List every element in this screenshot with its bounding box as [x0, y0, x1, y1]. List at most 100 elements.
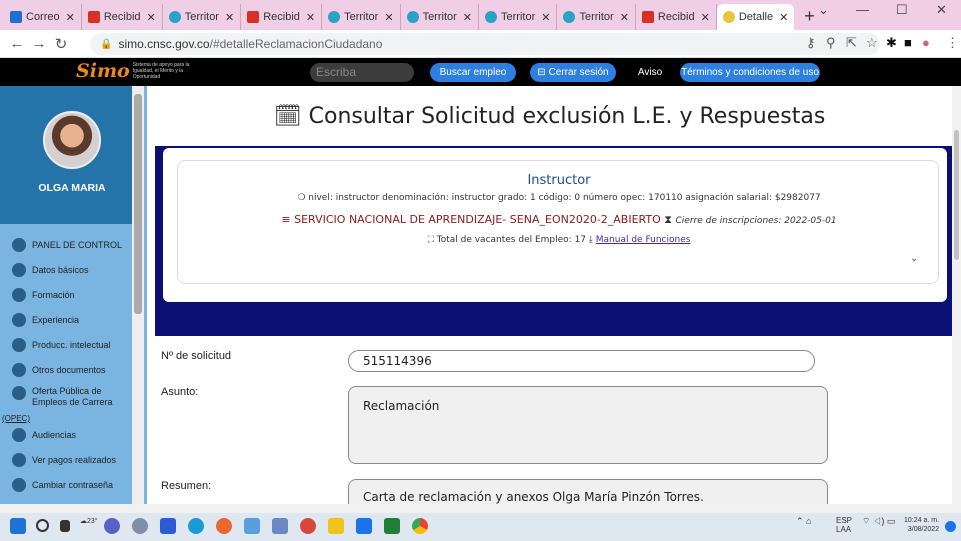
close-tab-icon[interactable]: ✕	[225, 11, 234, 24]
terminos-button[interactable]: Términos y condiciones de uso	[680, 63, 820, 82]
browser-tab[interactable]: Recibid ✕	[241, 4, 323, 30]
sidebar-item-label: Oferta Pública de Empleos de Carrera	[32, 386, 113, 407]
sidebar-scroll-thumb[interactable]	[134, 94, 142, 314]
manual-funciones-link[interactable]: Manual de Funciones	[596, 235, 691, 245]
aviso-link[interactable]: Aviso	[630, 63, 670, 82]
sidebar-item-panel[interactable]: PANEL DE CONTROL	[12, 238, 122, 252]
simo-logo[interactable]: Simo Sistema de apoyo para la Igualdad, …	[76, 60, 193, 82]
job-meta-text: nivel: instructor denominación: instruct…	[308, 193, 821, 203]
briefcase-icon	[12, 313, 26, 327]
close-tab-icon[interactable]: ✕	[306, 11, 315, 24]
close-tab-icon[interactable]: ✕	[66, 11, 75, 24]
browser-tab-active[interactable]: Detalle ✕	[716, 4, 795, 30]
list-icon: ≡	[281, 213, 295, 226]
url-input[interactable]: 🔒 simo.cnsc.gov.co/#detalleReclamacionCi…	[90, 33, 880, 55]
site-favicon-icon	[168, 11, 181, 23]
notepad-icon[interactable]	[272, 518, 288, 534]
weather-widget[interactable]: ☁23°	[80, 517, 98, 525]
page-scroll-thumb[interactable]	[954, 130, 959, 260]
buscar-empleo-button[interactable]: Buscar empleo	[430, 63, 516, 82]
browser-tab[interactable]: Recibid ✕	[82, 4, 163, 30]
notification-icon[interactable]	[945, 521, 956, 532]
gmail-favicon-icon	[87, 11, 100, 23]
extensions-icon[interactable]: ✱	[886, 35, 897, 51]
sidebar-item-label: Experiencia	[32, 315, 80, 325]
address-bar-row: ← → ↻ 🔒 simo.cnsc.gov.co/#detalleReclama…	[0, 30, 961, 58]
browser-tab[interactable]: Correo ✕	[4, 4, 82, 30]
cerrar-sesion-button[interactable]: ⊟ Cerrar sesión	[530, 63, 616, 82]
settings-gear-icon[interactable]	[132, 518, 148, 534]
sidebar-item-producc[interactable]: Producc. intelectual	[12, 338, 111, 352]
sidebar-item-experiencia[interactable]: Experiencia	[12, 313, 79, 327]
sidebar-item-pagos[interactable]: Ver pagos realizados	[12, 453, 116, 467]
bookmark-star-icon[interactable]: ☆	[866, 35, 878, 51]
wifi-volume-battery-icon[interactable]: ⌔ ◁) ▭	[862, 516, 895, 527]
resumen-textarea[interactable]: Carta de reclamación y anexos Olga María…	[348, 479, 828, 504]
download-icon: ⤓	[588, 235, 593, 245]
close-tab-icon[interactable]: ✕	[701, 11, 710, 24]
sidebar-item-audiencias[interactable]: Audiencias	[12, 428, 76, 442]
sidebar-item-label: Datos básicos	[32, 265, 89, 275]
minimize-icon[interactable]: —	[856, 2, 869, 17]
dollar-icon	[12, 453, 26, 467]
task-view-icon[interactable]	[60, 520, 70, 532]
reload-icon[interactable]: ↻	[50, 35, 72, 53]
app-icon[interactable]	[244, 518, 260, 534]
language-indicator[interactable]: ESP LAA	[836, 516, 852, 534]
tab-search-chevron-icon[interactable]: ⌄	[818, 2, 829, 18]
forward-arrow-icon[interactable]: →	[28, 35, 50, 52]
close-tab-icon[interactable]: ✕	[463, 11, 472, 24]
browser-tab[interactable]: Territor ✕	[401, 4, 480, 30]
profile-avatar-icon[interactable]: ●	[922, 35, 930, 50]
chrome-icon[interactable]	[412, 518, 428, 534]
sidebar-item-contrasena[interactable]: Cambiar contraseña	[12, 478, 113, 492]
file-explorer-icon[interactable]	[328, 518, 344, 534]
edge-icon[interactable]	[188, 518, 204, 534]
solicitud-field[interactable]: 515114396	[348, 350, 815, 372]
page-scrollbar[interactable]	[952, 86, 961, 504]
maximize-icon[interactable]: ☐	[896, 2, 908, 18]
store-icon[interactable]	[356, 518, 372, 534]
job-summary: Instructor ❍ nivel: instructor denominac…	[177, 160, 939, 284]
close-tab-icon[interactable]: ✕	[147, 11, 156, 24]
chevron-down-icon[interactable]: ⌄	[910, 253, 918, 264]
sidebar-scrollbar[interactable]	[132, 86, 144, 504]
more-menu-icon[interactable]: ⋮	[946, 35, 959, 51]
sidebar-item-otros[interactable]: Otros documentos	[12, 363, 106, 377]
close-tab-icon[interactable]: ✕	[779, 11, 788, 24]
browser-tab[interactable]: Recibid ✕	[636, 4, 717, 30]
asunto-textarea[interactable]: Reclamación	[348, 386, 828, 464]
close-tab-icon[interactable]: ✕	[384, 11, 393, 24]
firefox-icon[interactable]	[216, 518, 232, 534]
close-window-icon[interactable]: ✕	[936, 2, 947, 18]
sidebar-item-datos[interactable]: Datos básicos	[12, 263, 89, 277]
browser-tab[interactable]: Territor ✕	[322, 4, 401, 30]
excel-icon[interactable]	[384, 518, 400, 534]
close-tab-icon[interactable]: ✕	[620, 11, 629, 24]
share-icon[interactable]: ⇱	[846, 35, 857, 51]
sidebar-item-formacion[interactable]: Formación	[12, 288, 75, 302]
job-entity: SERVICIO NACIONAL DE APRENDIZAJE- SENA_E…	[294, 213, 661, 226]
back-arrow-icon[interactable]: ←	[6, 35, 28, 52]
tab-label: Territor	[344, 11, 379, 23]
lang-code: ESP	[836, 516, 853, 525]
app-red-icon[interactable]	[300, 518, 316, 534]
request-form: Nº de solicitud 515114396 Asunto: Reclam…	[147, 336, 952, 504]
clock[interactable]: 10:24 a. m. 3/08/2022	[904, 516, 939, 534]
search-input[interactable]: Escriba	[310, 63, 414, 82]
close-tab-icon[interactable]: ✕	[541, 11, 550, 24]
key-icon[interactable]: ⚷	[806, 35, 816, 51]
sidebar-item-opec[interactable]: Oferta Pública de Empleos de Carrera	[12, 386, 132, 408]
zoom-icon[interactable]: ⚲	[826, 35, 836, 51]
search-icon[interactable]	[36, 519, 49, 532]
chat-icon[interactable]	[104, 518, 120, 534]
windows-start-icon[interactable]	[10, 518, 26, 534]
site-favicon-icon	[485, 11, 498, 23]
sidepanel-icon[interactable]: ■	[904, 35, 912, 50]
tray-overflow-icon[interactable]: ⌃ ⌂	[796, 516, 811, 527]
browser-tab[interactable]: Territor ✕	[163, 4, 242, 30]
sidebar-item-label: Producc. intelectual	[32, 340, 111, 350]
photos-icon[interactable]	[160, 518, 176, 534]
browser-tab[interactable]: Territor ✕	[557, 4, 636, 30]
browser-tab[interactable]: Territor ✕	[479, 4, 558, 30]
